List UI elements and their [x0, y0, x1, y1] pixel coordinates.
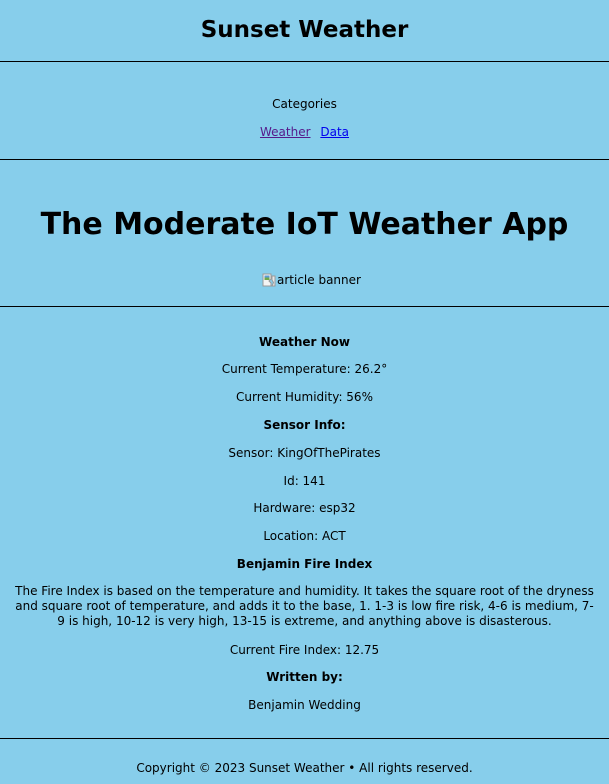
- article-hero: The Moderate IoT Weather App article ban…: [0, 160, 609, 307]
- site-footer: Copyright © 2023 Sunset Weather • All ri…: [0, 739, 609, 784]
- banner-alt-text: article banner: [277, 273, 361, 287]
- sensor-name: Sensor: KingOfThePirates: [228, 446, 381, 460]
- broken-image-icon: [262, 273, 276, 287]
- nav-link-data[interactable]: Data: [320, 125, 349, 139]
- current-fire-index: Current Fire Index: 12.75: [229, 643, 380, 657]
- nav-links: Weather Data: [0, 124, 609, 140]
- current-humidity: Current Humidity: 56%: [236, 390, 373, 404]
- nav-link-weather[interactable]: Weather: [260, 125, 311, 139]
- sensor-hardware: Hardware: esp32: [253, 501, 356, 515]
- nav-heading: Categories: [272, 97, 337, 111]
- copyright-text: Copyright © 2023 Sunset Weather • All ri…: [136, 761, 473, 775]
- site-title: Sunset Weather: [200, 17, 409, 43]
- article-content: Weather Now Current Temperature: 26.2° C…: [0, 307, 609, 739]
- article-banner: article banner: [262, 272, 361, 288]
- weather-now-heading: Weather Now: [259, 335, 350, 349]
- sensor-info-heading: Sensor Info:: [263, 418, 346, 432]
- written-by-heading: Written by:: [266, 670, 343, 684]
- fire-index-description: The Fire Index is based on the temperatu…: [15, 584, 594, 628]
- article-title: The Moderate IoT Weather App: [40, 207, 569, 242]
- site-header: Sunset Weather: [0, 0, 609, 62]
- sensor-location: Location: ACT: [263, 529, 346, 543]
- category-nav: Categories Weather Data: [0, 62, 609, 160]
- current-temperature: Current Temperature: 26.2°: [221, 362, 388, 376]
- author-name: Benjamin Wedding: [248, 698, 361, 712]
- fire-index-heading: Benjamin Fire Index: [236, 557, 373, 571]
- sensor-id: Id: 141: [283, 474, 326, 488]
